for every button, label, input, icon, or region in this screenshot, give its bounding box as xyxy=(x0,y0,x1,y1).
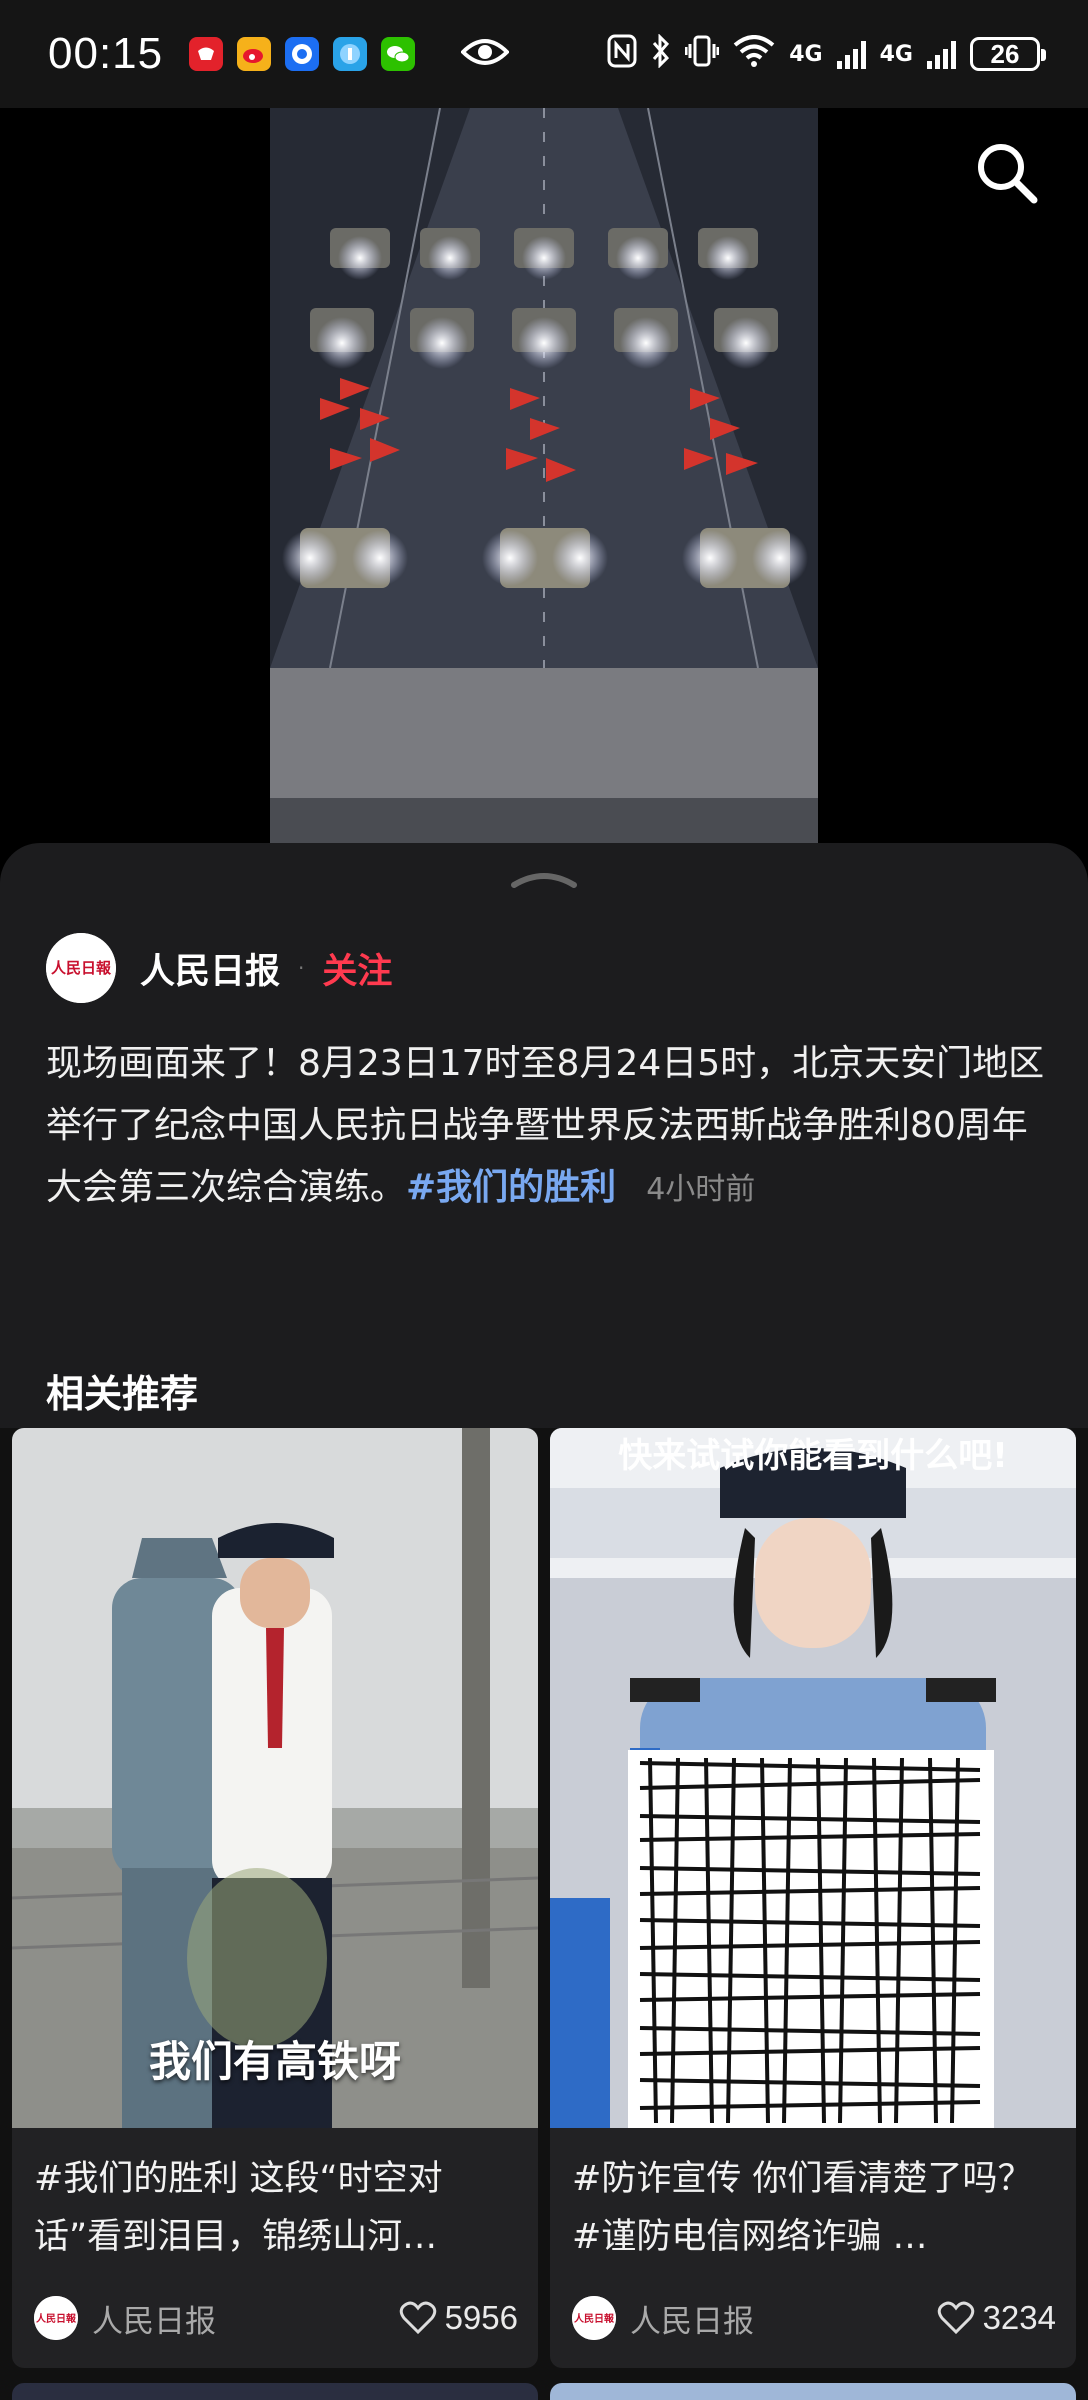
video-overlay-text: 快来试试你能看到什么吧! xyxy=(618,1436,1008,1476)
like-count: 5956 xyxy=(444,2299,518,2336)
police-anti-fraud-image xyxy=(550,1428,1076,2128)
weibo-icon xyxy=(237,37,272,71)
follow-button[interactable]: 关注 xyxy=(322,943,392,994)
detail-sheet: 人民日報 人民日报 · 关注 现场画面来了！8月23日17时至8月24日5时，北… xyxy=(0,843,1088,2400)
card-author-avatar: 人民日報 xyxy=(34,2296,78,2340)
wifi-icon xyxy=(733,35,775,73)
like-button[interactable]: 5956 xyxy=(399,2299,518,2337)
next-card-peek[interactable] xyxy=(550,2383,1076,2400)
parade-video-image xyxy=(270,108,818,843)
hashtag-link[interactable]: #我们的胜利 xyxy=(406,1167,616,1208)
card-title[interactable]: #我们的胜利 这段“时空对话”看到泪目，锦绣山河… xyxy=(34,2150,518,2266)
search-button[interactable] xyxy=(972,138,1042,208)
card-title[interactable]: #防诈宣传 你们看清楚了吗？#谨防电信网络诈骗 … xyxy=(572,2150,1056,2266)
video-frame[interactable] xyxy=(270,108,818,843)
author-name[interactable]: 人民日报 xyxy=(140,943,280,994)
post-caption: 现场画面来了！8月23日17时至8月24日5时，北京天安门地区举行了纪念中国人民… xyxy=(46,1033,1046,1221)
card-footer: 人民日報 人民日报 3234 xyxy=(572,2294,1056,2342)
huawei-app-icon xyxy=(189,37,224,71)
separator-dot: · xyxy=(298,956,305,980)
svg-text:人民日報: 人民日報 xyxy=(36,2312,77,2325)
nfc-icon xyxy=(607,34,637,74)
network-label-1: 4G xyxy=(789,41,823,67)
card-thumbnail[interactable]: 快来试试你能看到什么吧! xyxy=(550,1428,1076,2128)
notification-icons xyxy=(189,37,416,71)
heart-icon xyxy=(399,2301,436,2335)
like-button[interactable]: 3234 xyxy=(937,2299,1056,2337)
author-row: 人民日報 人民日报 · 关注 xyxy=(46,933,392,1003)
card-author[interactable]: 人民日报 xyxy=(630,2296,754,2341)
svg-text:人民日報: 人民日報 xyxy=(574,2312,615,2325)
status-time: 00:15 xyxy=(48,29,164,78)
svg-text:人民日報: 人民日報 xyxy=(51,959,112,977)
author-avatar[interactable]: 人民日報 xyxy=(46,933,116,1003)
railway-scene-image xyxy=(12,1428,538,2128)
related-card[interactable]: 我们有高铁呀 #我们的胜利 这段“时空对话”看到泪目，锦绣山河… 人民日報 人民… xyxy=(12,1428,538,2368)
status-bar: 00:15 4G 4G 26 xyxy=(0,0,1088,108)
bluetooth-icon xyxy=(651,33,671,74)
card-thumbnail[interactable]: 我们有高铁呀 xyxy=(12,1428,538,2128)
eye-icon xyxy=(460,36,510,72)
wechat-icon xyxy=(381,37,416,71)
browser-icon xyxy=(285,37,320,71)
vibrate-icon xyxy=(684,34,720,74)
search-icon xyxy=(978,144,1038,204)
card-author[interactable]: 人民日报 xyxy=(92,2296,216,2341)
card-footer: 人民日報 人民日报 5956 xyxy=(34,2294,518,2342)
battery-indicator: 26 xyxy=(970,37,1046,71)
related-card[interactable]: 快来试试你能看到什么吧! #防诈宣传 你们看清楚了吗？#谨防电信网络诈骗 … 人… xyxy=(550,1428,1076,2368)
post-time: 4小时前 xyxy=(646,1172,756,1207)
card-author-avatar: 人民日報 xyxy=(572,2296,616,2340)
heart-icon xyxy=(937,2301,974,2335)
chevron-up-icon xyxy=(511,873,577,888)
next-card-peek[interactable] xyxy=(12,2383,538,2400)
signal-icon xyxy=(836,39,866,69)
video-subtitle: 我们有高铁呀 xyxy=(148,2037,401,2086)
status-indicators: 4G 4G 26 xyxy=(607,33,1046,74)
signal-icon-2 xyxy=(927,39,956,69)
video-player[interactable] xyxy=(0,108,1088,843)
network-label-2: 4G xyxy=(879,41,913,67)
like-count: 3234 xyxy=(982,2299,1056,2336)
collapse-handle[interactable] xyxy=(508,865,580,891)
app-icon xyxy=(333,37,368,71)
related-grid: 我们有高铁呀 #我们的胜利 这段“时空对话”看到泪目，锦绣山河… 人民日報 人民… xyxy=(0,1428,1088,2400)
related-section-title: 相关推荐 xyxy=(46,1372,199,1416)
